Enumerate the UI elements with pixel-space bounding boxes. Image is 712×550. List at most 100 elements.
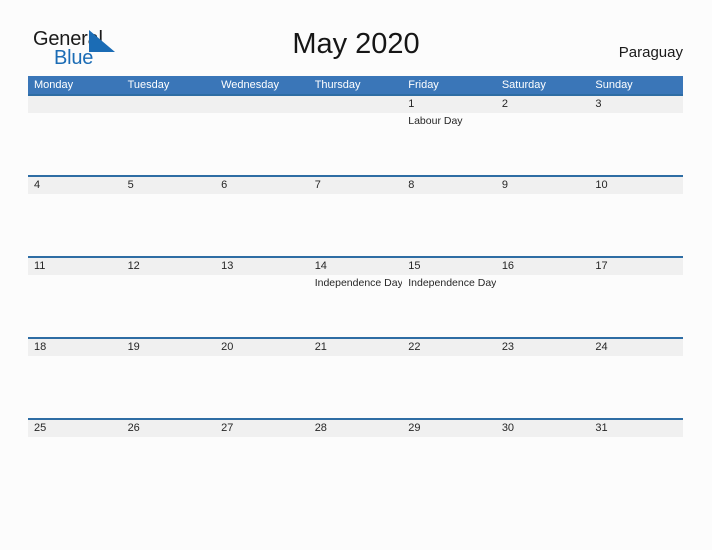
- day-cell[interactable]: Independence Day: [309, 275, 403, 337]
- calendar-week-row: 11 12 13 14 15 16 17 Independence Day In…: [28, 256, 683, 337]
- weekday-sunday: Sunday: [595, 79, 633, 91]
- day-number[interactable]: 2: [496, 96, 590, 113]
- day-number[interactable]: 13: [215, 258, 309, 275]
- week-date-band: 11 12 13 14 15 16 17: [28, 258, 683, 275]
- day-cell[interactable]: [28, 356, 122, 418]
- day-cell[interactable]: [215, 194, 309, 256]
- weekday-friday: Friday: [408, 79, 439, 91]
- weekday-wednesday: Wednesday: [221, 79, 280, 91]
- day-cell[interactable]: [402, 437, 496, 499]
- day-number[interactable]: 4: [28, 177, 122, 194]
- day-cell[interactable]: [122, 275, 216, 337]
- calendar-week-row: 25 26 27 28 29 30 31: [28, 418, 683, 499]
- day-cell[interactable]: [122, 113, 216, 175]
- day-cell[interactable]: [28, 275, 122, 337]
- day-cell[interactable]: [496, 194, 590, 256]
- week-event-band: Labour Day: [28, 113, 683, 175]
- day-cell[interactable]: [215, 356, 309, 418]
- day-cell[interactable]: [589, 194, 683, 256]
- week-date-band: 25 26 27 28 29 30 31: [28, 420, 683, 437]
- day-number[interactable]: 21: [309, 339, 403, 356]
- day-cell[interactable]: [589, 437, 683, 499]
- calendar-week-row: 1 2 3 Labour Day: [28, 94, 683, 175]
- day-number[interactable]: [122, 96, 216, 113]
- weekday-monday: Monday: [34, 79, 74, 91]
- weekday-saturday: Saturday: [501, 79, 546, 91]
- day-number[interactable]: 17: [589, 258, 683, 275]
- day-cell[interactable]: [28, 113, 122, 175]
- day-number[interactable]: 3: [589, 96, 683, 113]
- event-label: Independence Day: [408, 277, 496, 289]
- day-cell[interactable]: [309, 113, 403, 175]
- week-date-band: 4 5 6 7 8 9 10: [28, 177, 683, 194]
- day-number[interactable]: 8: [402, 177, 496, 194]
- day-cell[interactable]: [589, 356, 683, 418]
- weekday-thursday: Thursday: [314, 79, 361, 91]
- day-cell[interactable]: [122, 356, 216, 418]
- day-number[interactable]: 25: [28, 420, 122, 437]
- day-cell[interactable]: [496, 437, 590, 499]
- day-number[interactable]: 16: [496, 258, 590, 275]
- calendar-week-row: 4 5 6 7 8 9 10: [28, 175, 683, 256]
- event-label: Labour Day: [408, 115, 463, 127]
- week-event-band: [28, 437, 683, 499]
- week-date-band: 18 19 20 21 22 23 24: [28, 339, 683, 356]
- day-cell[interactable]: [309, 356, 403, 418]
- day-cell[interactable]: [496, 275, 590, 337]
- day-cell[interactable]: [402, 194, 496, 256]
- event-label: Independence Day: [314, 277, 403, 289]
- day-cell[interactable]: [215, 113, 309, 175]
- day-cell[interactable]: Independence Day: [402, 275, 496, 337]
- day-number[interactable]: 9: [496, 177, 590, 194]
- day-number[interactable]: 27: [215, 420, 309, 437]
- day-number[interactable]: 22: [402, 339, 496, 356]
- week-event-band: [28, 194, 683, 256]
- day-cell[interactable]: [215, 437, 309, 499]
- day-number[interactable]: 29: [402, 420, 496, 437]
- day-cell[interactable]: [122, 437, 216, 499]
- day-number[interactable]: 12: [122, 258, 216, 275]
- week-event-band: Independence Day Independence Day: [28, 275, 683, 337]
- weekday-tuesday: Tuesday: [127, 79, 170, 91]
- day-cell[interactable]: [28, 437, 122, 499]
- day-number[interactable]: 6: [215, 177, 309, 194]
- week-event-band: [28, 356, 683, 418]
- calendar-page: General Blue May 2020 Paraguay Monday Tu…: [0, 0, 712, 550]
- day-number[interactable]: [215, 96, 309, 113]
- day-number[interactable]: 31: [589, 420, 683, 437]
- day-number[interactable]: 24: [589, 339, 683, 356]
- day-cell[interactable]: [28, 194, 122, 256]
- day-number[interactable]: 14: [309, 258, 403, 275]
- day-cell[interactable]: [122, 194, 216, 256]
- weekday-header-row: Monday Tuesday Wednesday Thursday Friday…: [28, 76, 683, 94]
- day-cell[interactable]: [589, 275, 683, 337]
- day-cell[interactable]: [589, 113, 683, 175]
- day-number[interactable]: 11: [28, 258, 122, 275]
- page-title: May 2020: [292, 28, 420, 60]
- day-number[interactable]: 5: [122, 177, 216, 194]
- calendar-grid: Monday Tuesday Wednesday Thursday Friday…: [28, 76, 683, 499]
- day-number[interactable]: 7: [309, 177, 403, 194]
- day-number[interactable]: 23: [496, 339, 590, 356]
- day-number[interactable]: [28, 96, 122, 113]
- day-cell[interactable]: Labour Day: [402, 113, 496, 175]
- day-number[interactable]: 1: [402, 96, 496, 113]
- day-cell[interactable]: [309, 194, 403, 256]
- day-cell[interactable]: [402, 356, 496, 418]
- calendar-week-row: 18 19 20 21 22 23 24: [28, 337, 683, 418]
- day-cell[interactable]: [215, 275, 309, 337]
- day-number[interactable]: 15: [402, 258, 496, 275]
- day-number[interactable]: [309, 96, 403, 113]
- day-cell[interactable]: [496, 356, 590, 418]
- day-number[interactable]: 20: [215, 339, 309, 356]
- day-number[interactable]: 26: [122, 420, 216, 437]
- day-cell[interactable]: [496, 113, 590, 175]
- day-number[interactable]: 30: [496, 420, 590, 437]
- day-number[interactable]: 10: [589, 177, 683, 194]
- page-header: General Blue May 2020 Paraguay: [0, 0, 712, 76]
- day-number[interactable]: 28: [309, 420, 403, 437]
- country-label: Paraguay: [618, 44, 683, 61]
- day-number[interactable]: 19: [122, 339, 216, 356]
- day-cell[interactable]: [309, 437, 403, 499]
- day-number[interactable]: 18: [28, 339, 122, 356]
